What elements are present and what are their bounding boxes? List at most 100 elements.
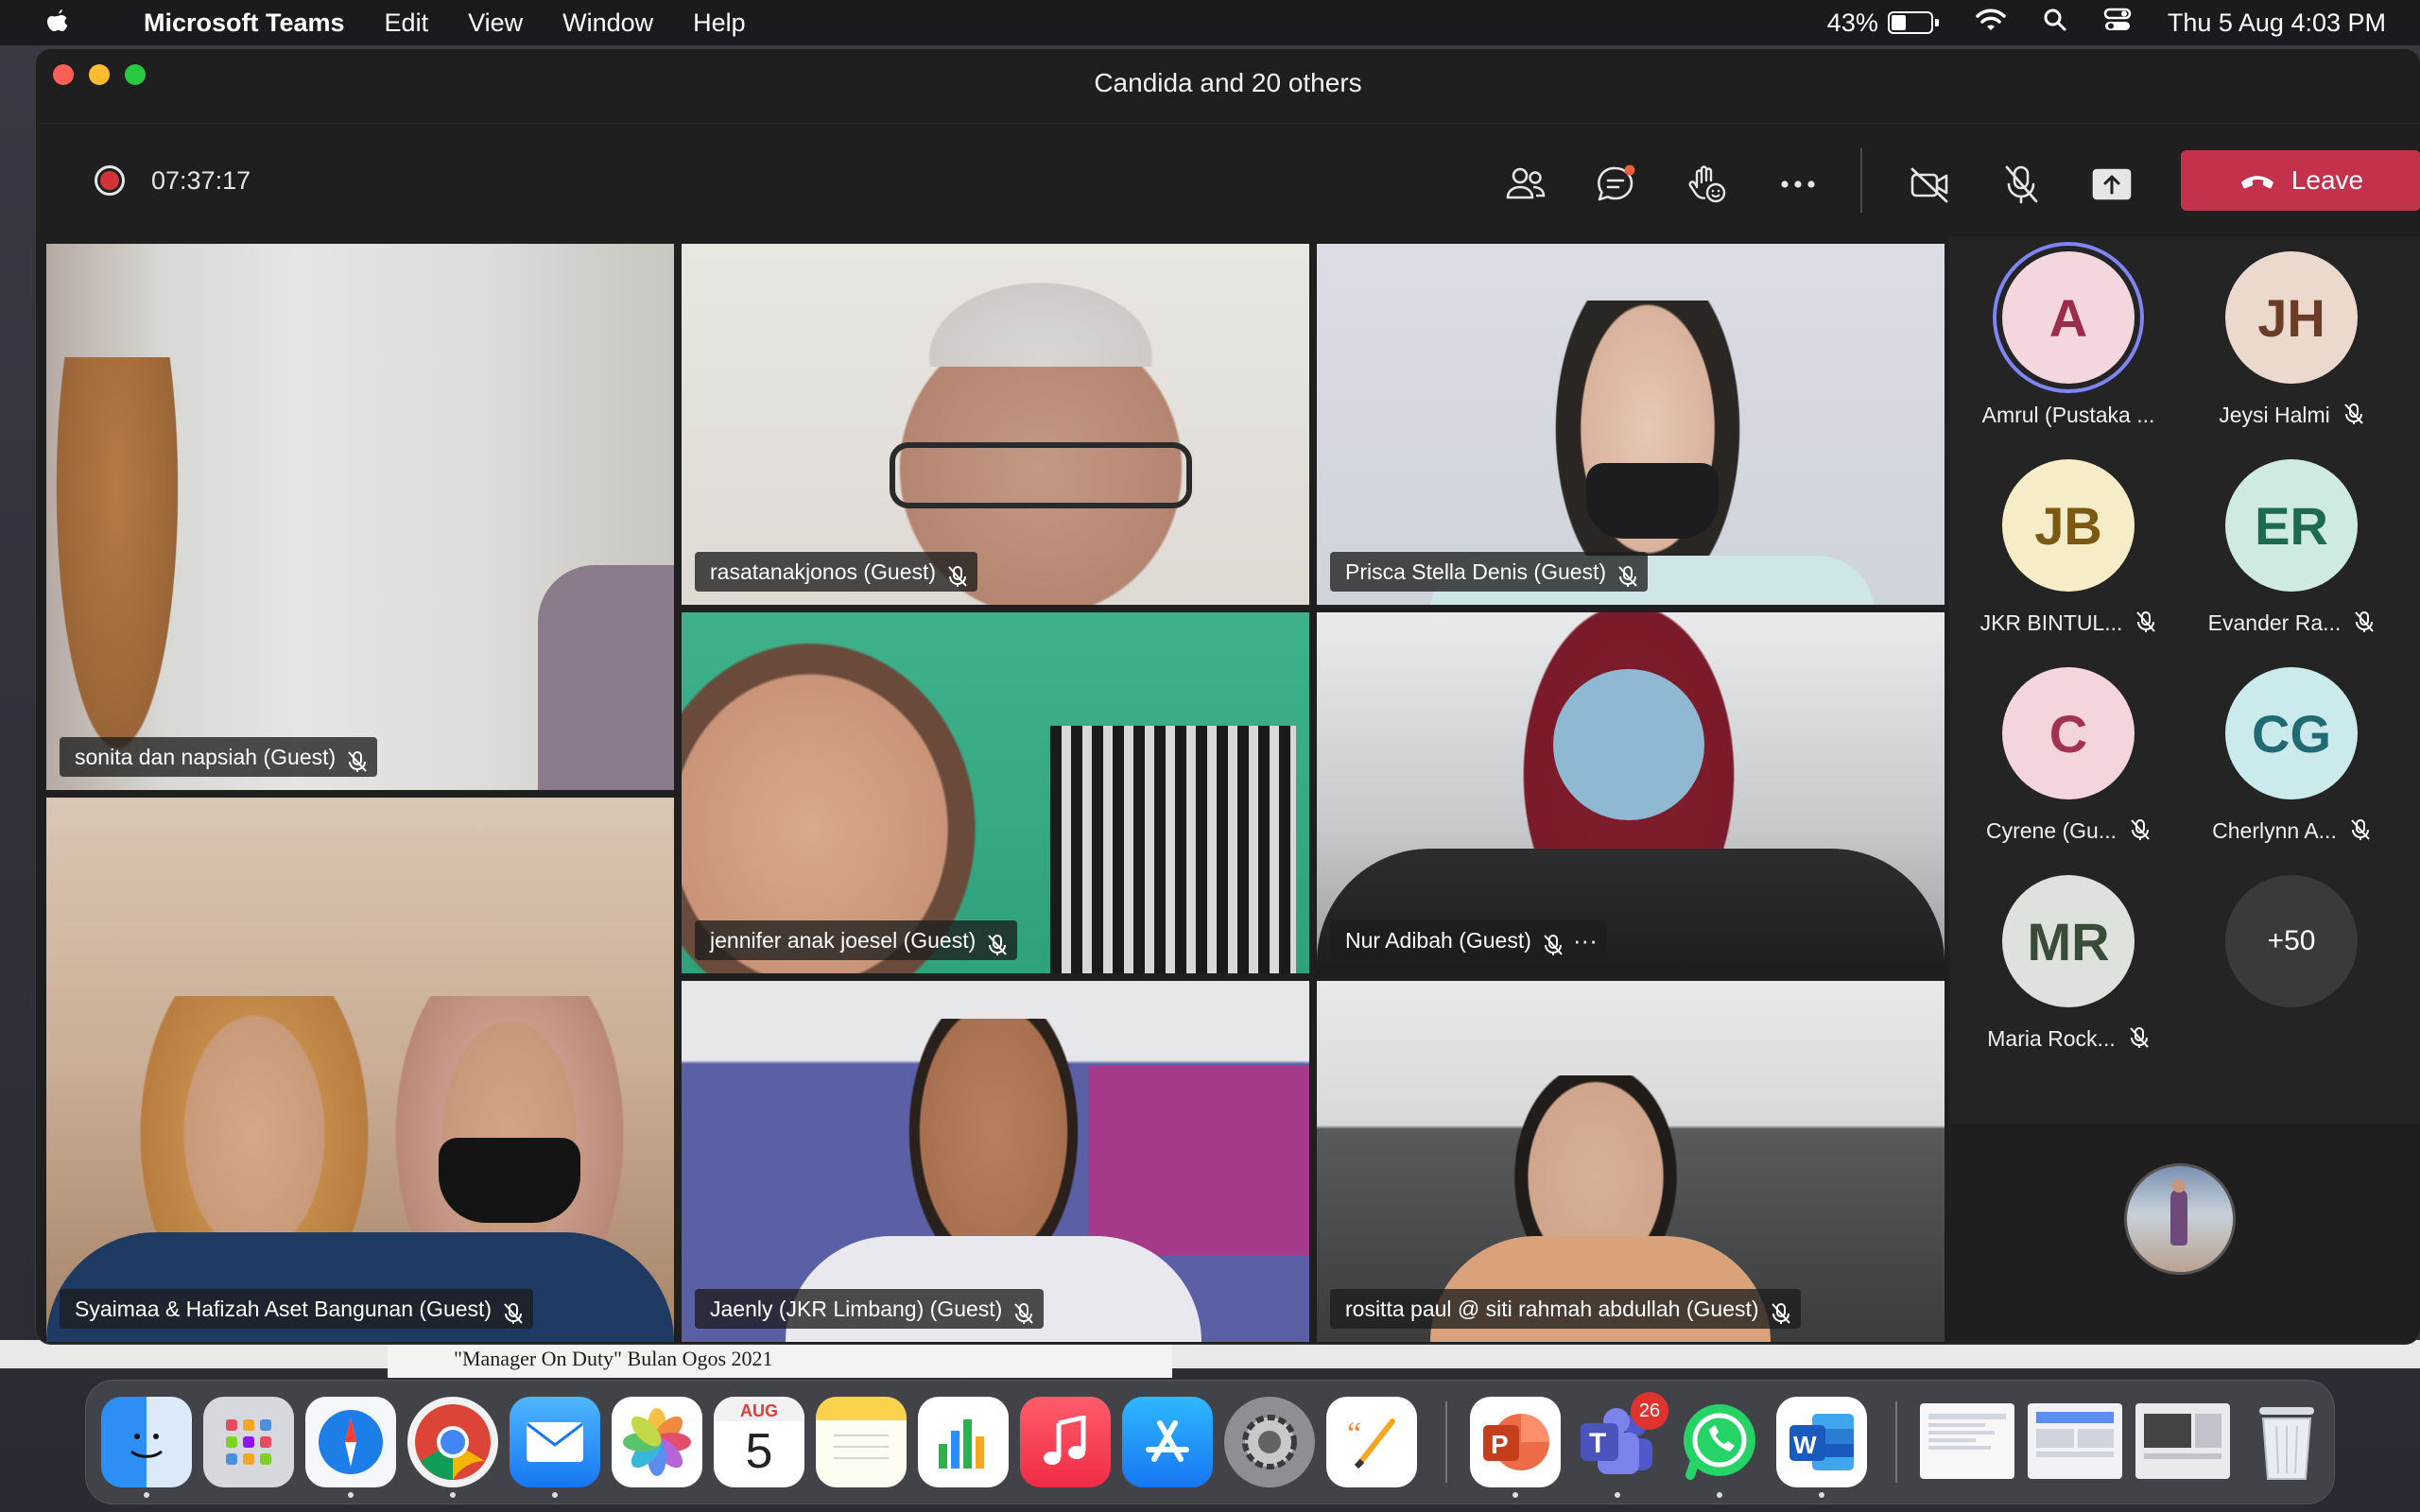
battery-icon bbox=[1887, 11, 1933, 34]
reactions-icon bbox=[1688, 165, 1726, 203]
finder-icon[interactable] bbox=[101, 1397, 192, 1487]
participant-name: Prisca Stella Denis (Guest) bbox=[1345, 559, 1607, 584]
roster-participant[interactable]: C Cyrene (Gu... bbox=[1964, 652, 2172, 860]
video-tile[interactable]: Prisca Stella Denis (Guest) bbox=[1317, 244, 1945, 605]
help-menu[interactable]: Help bbox=[693, 9, 746, 38]
chat-icon bbox=[1598, 164, 1635, 201]
participant-name: sonita dan napsiah (Guest) bbox=[75, 745, 337, 769]
pages-icon[interactable]: “ bbox=[1326, 1397, 1417, 1487]
calendar-month: AUG bbox=[714, 1397, 804, 1421]
background-document-text: "Manager On Duty" Bulan Ogos 2021 bbox=[388, 1340, 1172, 1378]
avatar: CG bbox=[2225, 667, 2358, 799]
participant-name: rasatanakjonos (Guest) bbox=[710, 559, 937, 584]
teams-badge: 26 bbox=[1631, 1392, 1668, 1430]
participant-name-label: rositta paul @ siti rahmah abdullah (Gue… bbox=[1330, 1289, 1801, 1329]
launchpad-icon[interactable] bbox=[203, 1397, 294, 1487]
menu-clock[interactable]: Thu 5 Aug 4:03 PM bbox=[2168, 9, 2386, 38]
whatsapp-icon[interactable] bbox=[1674, 1397, 1765, 1487]
video-tile[interactable]: Jaenly (JKR Limbang) (Guest) bbox=[682, 981, 1309, 1342]
participant-name-label: sonita dan napsiah (Guest) bbox=[60, 737, 378, 777]
avatar: ER bbox=[2225, 459, 2358, 592]
window-menu[interactable]: Window bbox=[562, 9, 653, 38]
video-tile[interactable]: Nur Adibah (Guest) ··· bbox=[1317, 612, 1945, 973]
notes-icon[interactable] bbox=[816, 1397, 907, 1487]
app-store-icon[interactable] bbox=[1122, 1397, 1213, 1487]
photos-icon[interactable] bbox=[612, 1397, 702, 1487]
avatar: JH bbox=[2225, 251, 2358, 384]
view-menu[interactable]: View bbox=[468, 9, 523, 38]
chrome-icon[interactable] bbox=[407, 1397, 498, 1487]
spotlight-search-icon[interactable] bbox=[2043, 8, 2067, 39]
svg-text:P: P bbox=[1491, 1430, 1509, 1459]
minimized-window-thumbnail[interactable] bbox=[1920, 1403, 2014, 1479]
roster-participant[interactable]: JB JKR BINTUL... bbox=[1964, 444, 2172, 652]
more-participants-button[interactable]: +50 bbox=[2187, 860, 2395, 1068]
mic-off-icon bbox=[2343, 403, 2364, 431]
mic-off-icon bbox=[2135, 610, 2156, 639]
safari-icon[interactable] bbox=[305, 1397, 396, 1487]
mail-icon[interactable] bbox=[510, 1397, 600, 1487]
powerpoint-icon[interactable]: P bbox=[1470, 1397, 1561, 1487]
teams-meeting-window: Candida and 20 others 07:37:17 Leave son… bbox=[36, 49, 2420, 1344]
reactions-button[interactable] bbox=[1679, 156, 1736, 213]
participant-name-label: Prisca Stella Denis (Guest) bbox=[1330, 552, 1649, 592]
numbers-icon[interactable] bbox=[918, 1397, 1009, 1487]
music-icon[interactable] bbox=[1020, 1397, 1111, 1487]
roster-participant[interactable]: MR Maria Rock... bbox=[1964, 860, 2172, 1068]
mic-toggle-button[interactable] bbox=[1993, 156, 2049, 213]
dock: AUG 5 “ P T 26 W bbox=[85, 1380, 2335, 1504]
mic-off-icon bbox=[2354, 610, 2375, 639]
roster-participant[interactable]: JH Jeysi Halmi bbox=[2187, 236, 2395, 444]
video-tile[interactable]: rositta paul @ siti rahmah abdullah (Gue… bbox=[1317, 981, 1945, 1342]
meeting-timer: 07:37:17 bbox=[151, 166, 251, 195]
leave-button[interactable]: Leave bbox=[2181, 150, 2420, 211]
trash-icon[interactable] bbox=[2241, 1397, 2332, 1487]
title-bar: Candida and 20 others bbox=[36, 49, 2420, 117]
control-center-icon[interactable] bbox=[2103, 8, 2132, 39]
svg-text:“: “ bbox=[1347, 1417, 1361, 1452]
wifi-icon[interactable] bbox=[1975, 8, 2007, 39]
system-preferences-icon[interactable] bbox=[1224, 1397, 1315, 1487]
show-participants-button[interactable] bbox=[1497, 156, 1554, 213]
roster-participant[interactable]: CG Cherlynn A... bbox=[2187, 652, 2395, 860]
share-content-button[interactable] bbox=[2083, 156, 2140, 213]
avatar: JB bbox=[2002, 459, 2135, 592]
minimized-window-thumbnail[interactable] bbox=[2135, 1403, 2230, 1479]
people-icon bbox=[1506, 167, 1546, 199]
minimized-window-thumbnail[interactable] bbox=[2028, 1403, 2122, 1479]
participant-name: Jaenly (JKR Limbang) (Guest) bbox=[710, 1297, 1003, 1321]
mic-off-icon bbox=[503, 1297, 524, 1337]
show-chat-button[interactable] bbox=[1588, 156, 1645, 213]
mic-off-icon bbox=[2130, 818, 2151, 847]
edit-menu[interactable]: Edit bbox=[385, 9, 429, 38]
video-tile[interactable]: sonita dan napsiah (Guest) bbox=[46, 244, 674, 790]
participant-name-label: rasatanakjonos (Guest) bbox=[695, 552, 978, 592]
video-tile[interactable]: jennifer anak joesel (Guest) bbox=[682, 612, 1309, 973]
battery-status[interactable]: 43% bbox=[1827, 9, 1939, 38]
tile-more-icon[interactable]: ··· bbox=[1573, 920, 1598, 960]
app-menu[interactable]: Microsoft Teams bbox=[144, 9, 345, 38]
meeting-controls: 07:37:17 Leave bbox=[36, 123, 2420, 237]
participant-name: JKR BINTUL... bbox=[1964, 610, 2172, 639]
camera-toggle-button[interactable] bbox=[1902, 156, 1959, 213]
calendar-icon[interactable]: AUG 5 bbox=[714, 1397, 804, 1487]
participant-name: rositta paul @ siti rahmah abdullah (Gue… bbox=[1345, 1297, 1759, 1321]
participant-name-label: Nur Adibah (Guest) ··· bbox=[1330, 920, 1607, 960]
calendar-day: 5 bbox=[745, 1424, 773, 1479]
overflow-count: +50 bbox=[2225, 875, 2358, 1007]
participant-name: Amrul (Pustaka ... bbox=[1981, 403, 2155, 427]
self-view-avatar[interactable] bbox=[2124, 1163, 2236, 1275]
mic-off-icon bbox=[2350, 818, 2371, 847]
apple-icon[interactable] bbox=[38, 4, 76, 42]
video-tile[interactable]: rasatanakjonos (Guest) bbox=[682, 244, 1309, 605]
roster-participant[interactable]: ER Evander Ra... bbox=[2187, 444, 2395, 652]
roster-participant[interactable]: A Amrul (Pustaka ... bbox=[1964, 236, 2172, 444]
participant-name-label: Syaimaa & Hafizah Aset Bangunan (Guest) bbox=[60, 1289, 534, 1329]
more-actions-button[interactable] bbox=[1770, 156, 1826, 213]
word-icon[interactable]: W bbox=[1776, 1397, 1867, 1487]
participant-name: Jeysi Halmi bbox=[2187, 403, 2395, 431]
mic-off-icon bbox=[347, 746, 368, 785]
svg-text:T: T bbox=[1589, 1428, 1606, 1459]
video-tile[interactable]: Syaimaa & Hafizah Aset Bangunan (Guest) bbox=[46, 798, 674, 1342]
window-title: Candida and 20 others bbox=[1094, 68, 1362, 97]
